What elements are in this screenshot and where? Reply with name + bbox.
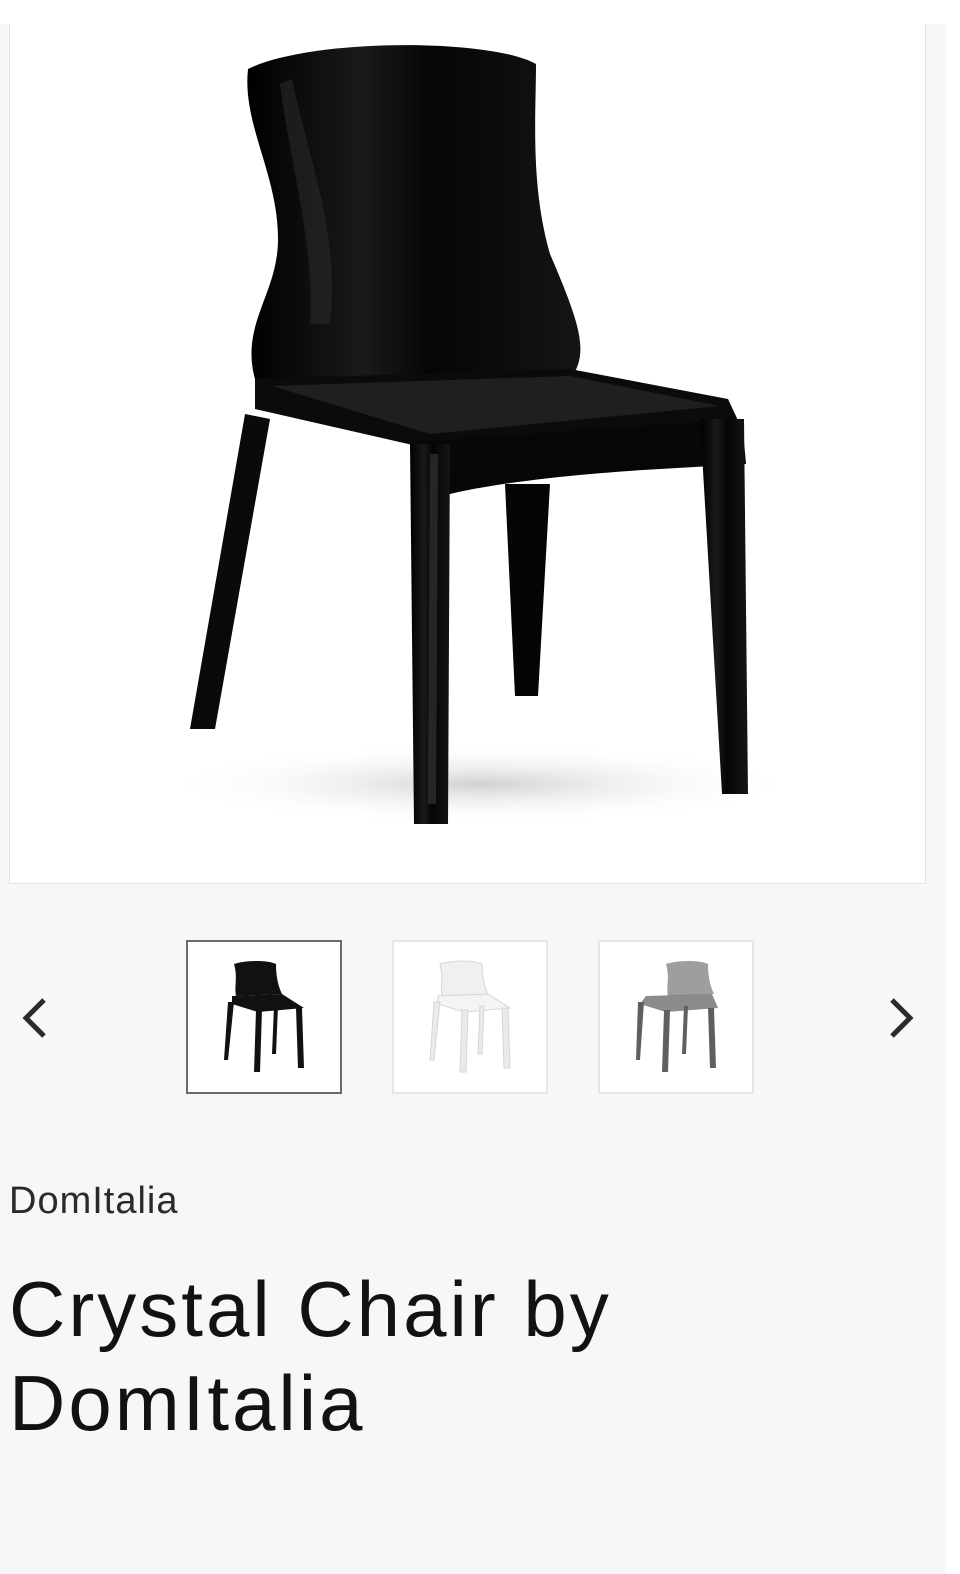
thumbnail-carousel [0, 940, 946, 1096]
scroll-edge [946, 0, 960, 1574]
product-title: Crystal Chair by DomItalia [9, 1265, 612, 1447]
chevron-right-icon[interactable] [880, 988, 920, 1048]
white-chair-thumb [429, 960, 512, 1073]
smoke-chair-thumb [636, 961, 718, 1072]
thumbnail-black-chair[interactable] [186, 940, 342, 1094]
thumbnail-white-chair[interactable] [392, 940, 548, 1094]
main-product-image[interactable] [9, 24, 926, 884]
black-chair-thumb [224, 961, 304, 1072]
chair-illustration [160, 45, 800, 824]
chevron-left-icon[interactable] [16, 988, 56, 1048]
thumbnail-smoke-chair[interactable] [598, 940, 754, 1094]
product-vendor: DomItalia [9, 1180, 179, 1222]
top-strip [0, 0, 960, 24]
